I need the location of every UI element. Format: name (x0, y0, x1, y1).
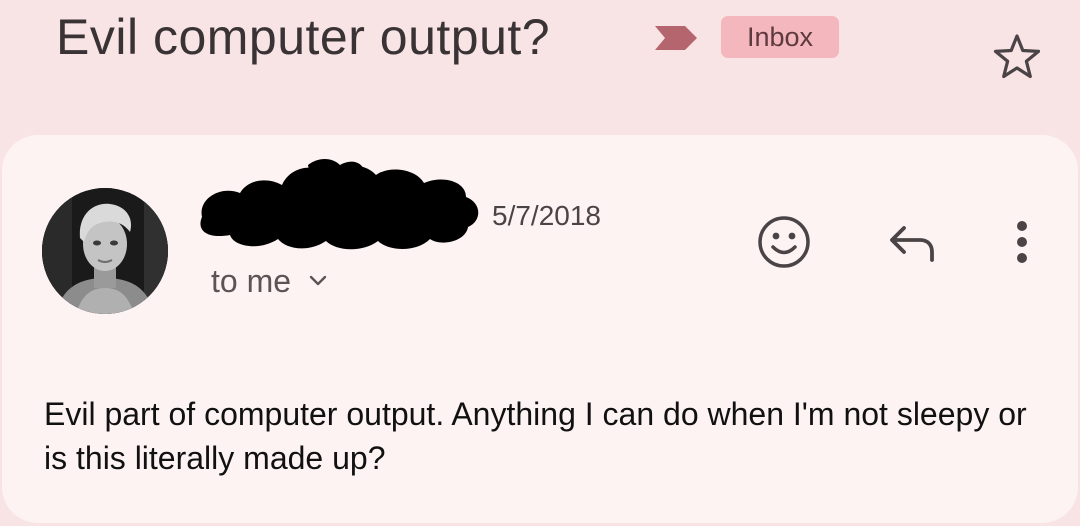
message-date: 5/7/2018 (492, 200, 601, 231)
reply-icon (890, 226, 934, 262)
star-icon[interactable] (990, 30, 1044, 84)
label-chip-inbox[interactable]: Inbox (721, 16, 839, 58)
recipients-toggle[interactable]: to me (211, 260, 329, 302)
avatar-photo (42, 188, 168, 314)
reply-button[interactable] (882, 212, 942, 272)
sender-avatar[interactable] (42, 188, 168, 314)
add-reaction-button[interactable] (754, 212, 814, 272)
chevron-down-icon (309, 275, 327, 286)
sender-name-redacted (200, 159, 479, 250)
recipients-label: to me (211, 262, 292, 299)
importance-marker-icon[interactable] (653, 24, 699, 52)
message-body: Evil part of computer output. Anything I… (44, 396, 1027, 476)
more-vert-icon (1017, 221, 1027, 263)
email-subject: Evil computer output? (56, 9, 551, 65)
emoji-reaction-icon (758, 216, 810, 268)
more-options-button[interactable] (992, 212, 1052, 272)
